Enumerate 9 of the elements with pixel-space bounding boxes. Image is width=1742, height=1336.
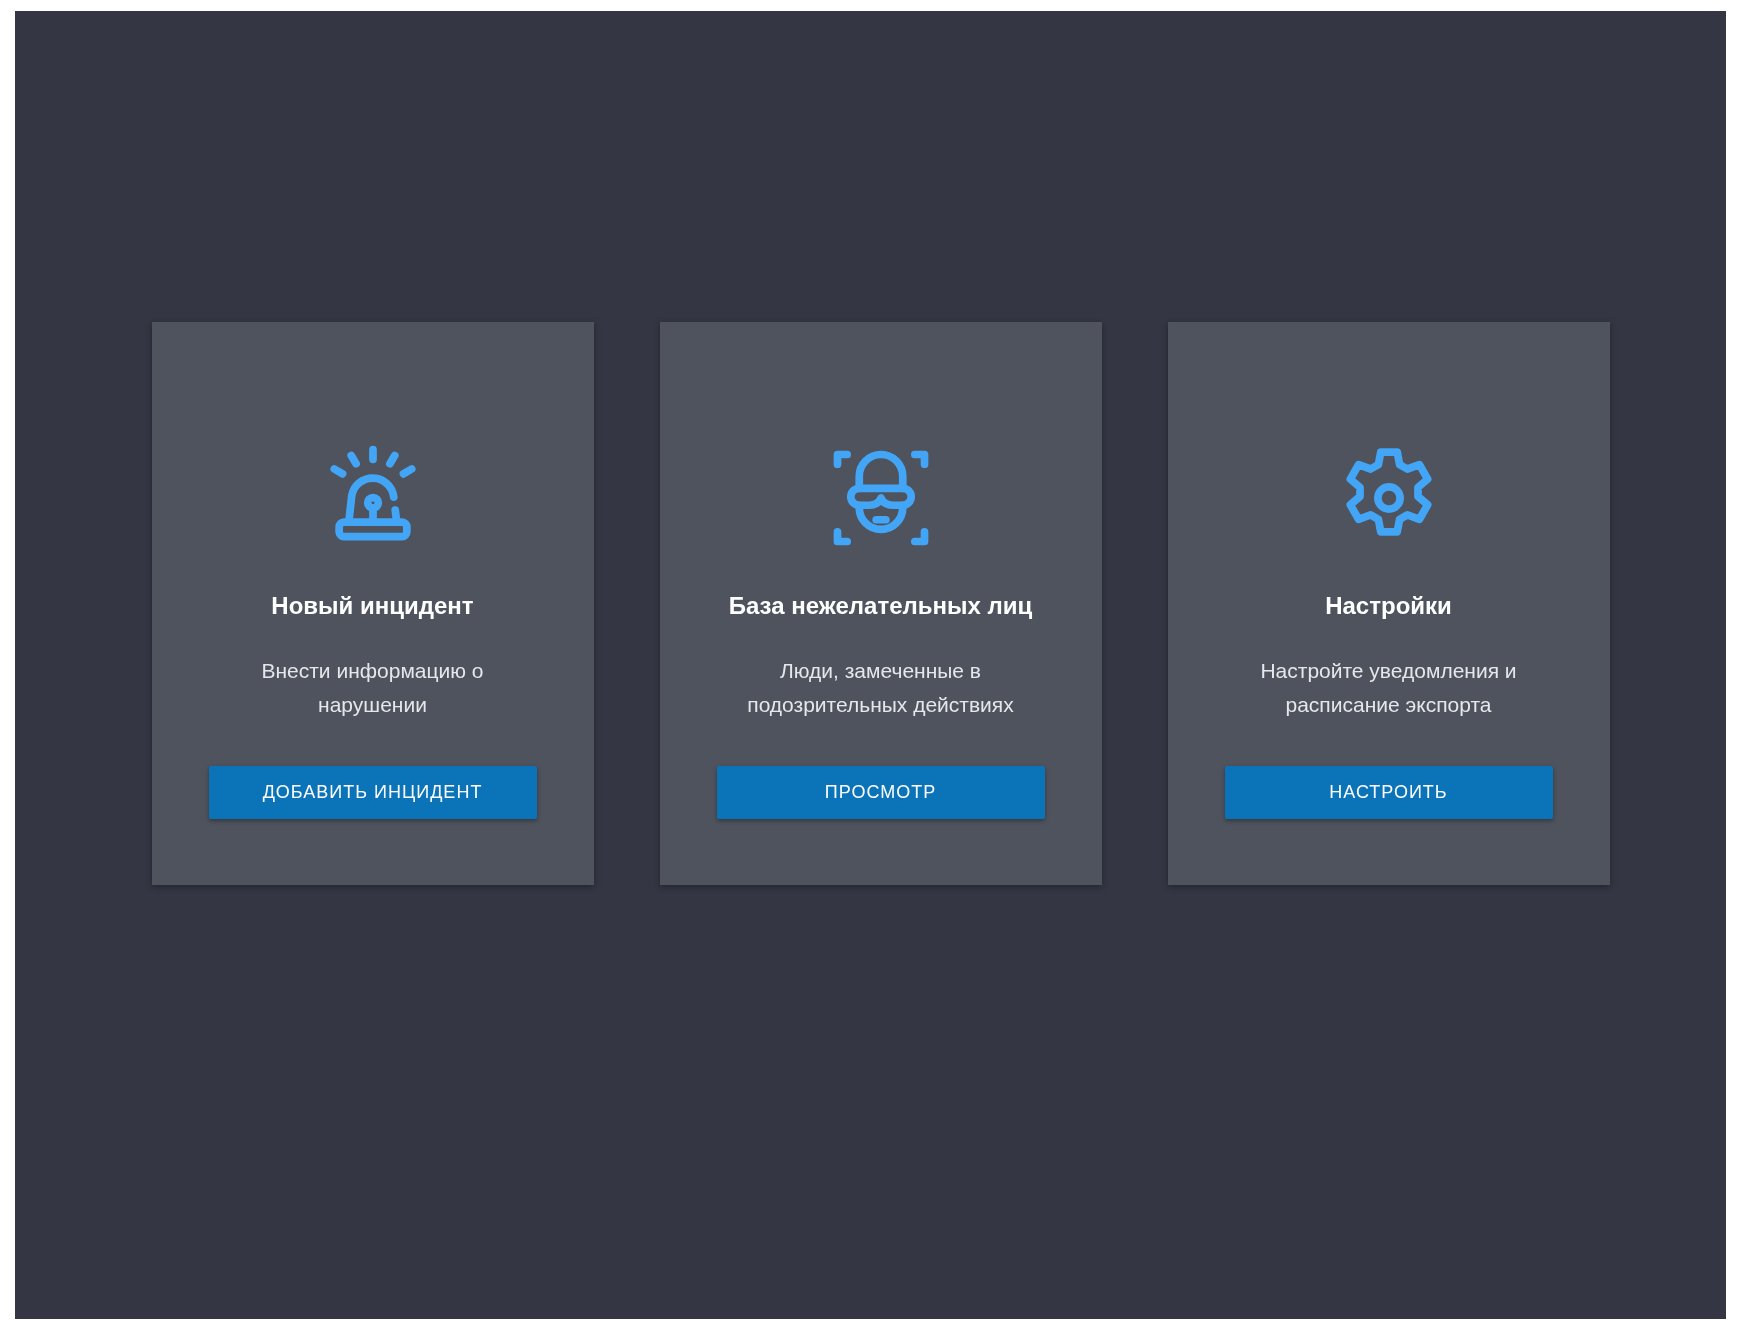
card-description: Люди, замеченные в подозрительных действиях [746,658,1015,718]
card-button[interactable]: ПРОСМОТР [716,766,1045,819]
card-description: Внести информацию о нарушении [260,658,485,718]
card-title: Настройки [1325,591,1452,621]
card-button[interactable]: ДОБАВИТЬ ИНЦИДЕНТ [208,766,537,819]
card-title: База нежелательных лиц [728,591,1033,621]
card-title: Новый инцидент [271,591,474,621]
card-button[interactable]: НАСТРОИТЬ [1224,766,1553,819]
card-description: Настройте уведомления и расписание экспорта [1259,658,1518,718]
